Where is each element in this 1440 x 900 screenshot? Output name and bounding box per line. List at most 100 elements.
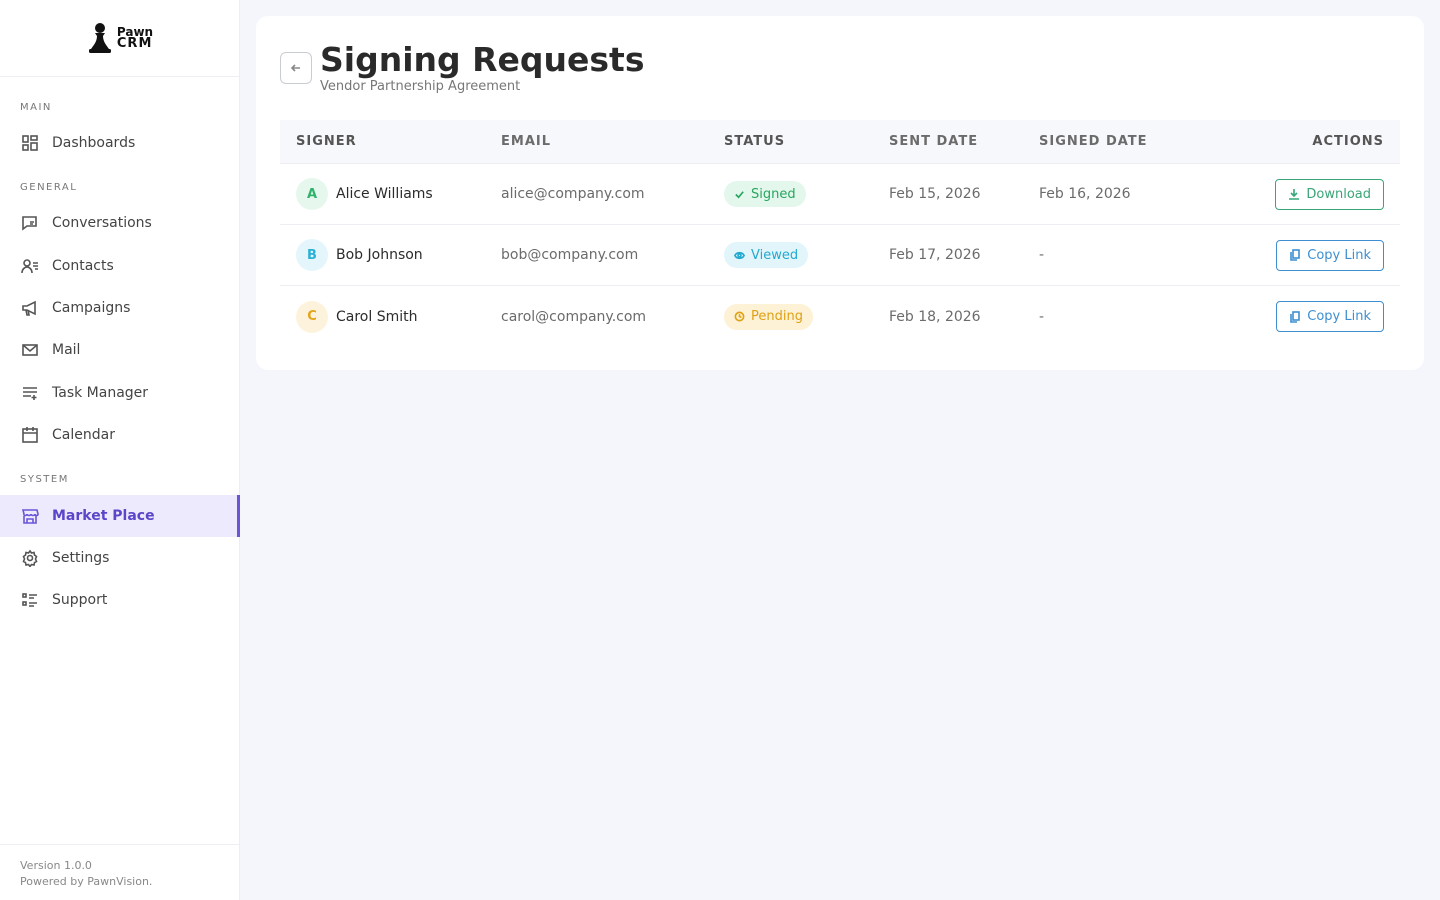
sidebar-item-label: Conversations [52,215,152,231]
sidebar-item-market-place[interactable]: Market Place [0,495,240,537]
status-cell: Pending [724,303,889,330]
column-header-actions: ACTIONS [1312,134,1384,149]
gear-icon [20,548,40,568]
sent-date-cell: Feb 17, 2026 [889,247,981,263]
action-label: Copy Link [1307,309,1371,324]
copy-link-button[interactable]: Copy Link [1276,239,1384,271]
section-label-main: MAIN [20,102,52,113]
page-subtitle: Vendor Partnership Agreement [320,79,521,94]
table-row: A Alice Williams alice@company.com Signe… [280,164,1400,225]
column-header-status: STATUS [724,134,786,149]
page-title: Signing Requests [320,40,645,79]
sidebar-item-calendar[interactable]: Calendar [0,414,240,456]
status-cell: Viewed [724,242,889,268]
section-label-general: GENERAL [20,182,78,193]
conversations-icon [20,213,40,233]
sidebar: Pawn CRM MAIN Dashboards GENERAL Convers… [0,0,240,900]
task-list-icon [20,383,40,403]
sidebar-item-label: Contacts [52,258,114,274]
sent-date-cell: Feb 18, 2026 [889,308,981,325]
sidebar-item-conversations[interactable]: Conversations [0,202,240,244]
download-icon [1289,189,1300,200]
signed-date-cell: - [1039,308,1045,325]
sidebar-item-label: Campaigns [52,300,131,316]
clock-icon [734,311,745,322]
signed-date-cell: Feb 16, 2026 [1039,186,1131,202]
sidebar-footer: Version 1.0.0 Powered by PawnVision. [0,844,240,900]
mail-icon [20,340,40,360]
section-label-system: SYSTEM [20,474,69,485]
signer-name: Alice Williams [336,186,433,202]
signer-cell: C Carol Smith [280,300,501,333]
email-cell: alice@company.com [501,186,645,202]
brand-text: Pawn CRM [117,26,153,50]
calendar-icon [20,425,40,445]
status-text: Signed [751,186,796,202]
pawn-icon [88,23,111,53]
email-cell: carol@company.com [501,308,647,325]
actions-cell: Copy Link [1189,239,1400,271]
avatar: B [296,239,328,271]
actions-cell: Download [1189,178,1400,210]
signer-cell: B Bob Johnson [280,239,501,271]
powered-by-text: Powered by PawnVision. [20,875,153,888]
signing-requests-table: SIGNER EMAIL STATUS SENT DATE SIGNED DAT… [280,120,1400,347]
brand-logo[interactable]: Pawn CRM [86,21,153,55]
sidebar-item-label: Calendar [52,427,115,443]
copy-icon [1290,249,1301,261]
brand-line2: CRM [116,36,153,51]
avatar: C [296,300,328,333]
sidebar-item-label: Mail [52,342,81,358]
signing-requests-card: Signing Requests Vendor Partnership Agre… [256,16,1424,370]
status-text: Viewed [751,247,799,263]
check-icon [735,190,744,198]
sidebar-item-settings[interactable]: Settings [0,537,240,579]
sidebar-item-label: Task Manager [52,385,149,401]
avatar: A [296,178,328,210]
arrow-left-icon [290,64,300,72]
contacts-icon [20,256,40,276]
sent-date-cell: Feb 15, 2026 [889,186,981,202]
sidebar-item-campaigns[interactable]: Campaigns [0,287,240,329]
copy-link-button[interactable]: Copy Link [1276,301,1384,332]
megaphone-icon [20,298,40,318]
signed-date-cell: - [1039,247,1045,263]
action-label: Download [1306,186,1371,202]
download-button[interactable]: Download [1275,178,1384,210]
back-button[interactable] [280,52,312,84]
actions-cell: Copy Link [1189,301,1400,332]
column-header-email: EMAIL [501,134,551,149]
signer-name: Bob Johnson [336,247,423,263]
signer-name: Carol Smith [336,308,418,325]
version-text: Version 1.0.0 [20,859,92,872]
email-cell: bob@company.com [501,247,639,263]
status-badge: Pending [724,303,813,330]
column-header-signed-date: SIGNED DATE [1039,134,1148,149]
eye-icon [734,251,745,259]
sidebar-item-support[interactable]: Support [0,579,240,621]
sidebar-item-task-manager[interactable]: Task Manager [0,372,240,414]
copy-icon [1290,310,1301,323]
sidebar-item-dashboards[interactable]: Dashboards [0,122,240,164]
sidebar-item-label: Support [52,592,108,608]
table-row: C Carol Smith carol@company.com Pending … [280,286,1400,347]
sidebar-item-mail[interactable]: Mail [0,329,240,371]
status-badge: Viewed [724,242,809,268]
column-header-signer: SIGNER [296,134,357,149]
sidebar-item-contacts[interactable]: Contacts [0,245,240,287]
action-label: Copy Link [1307,247,1371,263]
table-row: B Bob Johnson bob@company.com Viewed Feb… [280,225,1400,286]
column-header-sent-date: SENT DATE [889,134,979,149]
table-header: SIGNER EMAIL STATUS SENT DATE SIGNED DAT… [280,120,1400,164]
support-list-icon [20,590,40,610]
store-icon [20,506,40,526]
status-cell: Signed [724,181,889,207]
status-text: Pending [751,309,803,324]
sidebar-item-label: Settings [52,550,110,566]
sidebar-item-label: Market Place [52,508,155,524]
dashboard-icon [20,133,40,153]
status-badge: Signed [724,181,806,207]
sidebar-item-label: Dashboards [52,135,136,151]
logo-area: Pawn CRM [0,0,239,77]
signer-cell: A Alice Williams [280,178,501,210]
